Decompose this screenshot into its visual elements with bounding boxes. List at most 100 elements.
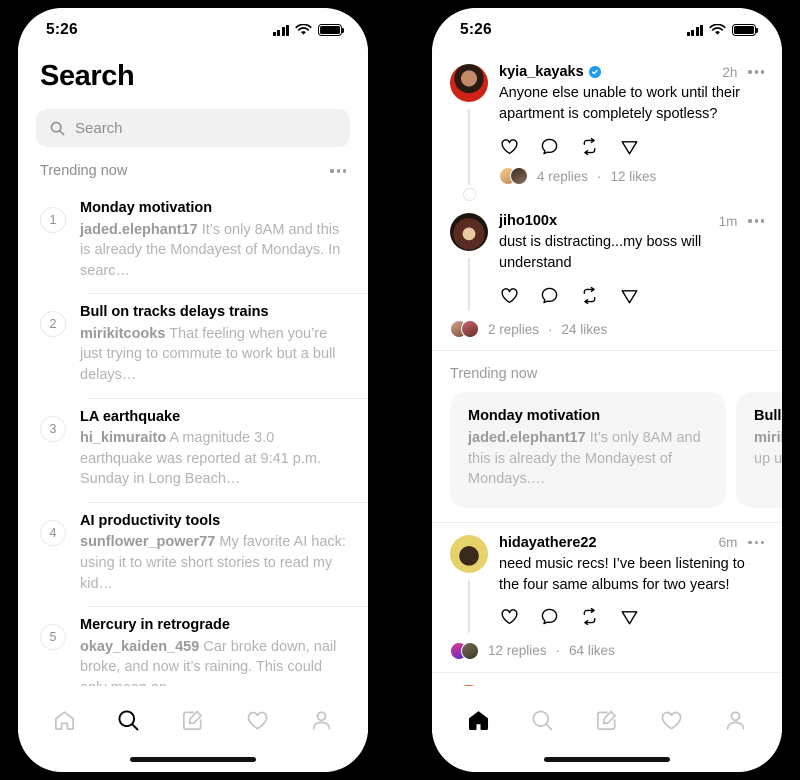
- post-actions: [499, 285, 764, 307]
- home-icon: [54, 710, 74, 730]
- trending-item[interactable]: 1 Monday motivation jaded.elephant17 It’…: [18, 189, 368, 293]
- trending-title: Bull on tracks delays trains: [80, 304, 269, 321]
- feed-post[interactable]: hidayathere22 6m need music recs! I’ve b…: [432, 523, 782, 672]
- person-icon: [727, 710, 745, 730]
- comment-button[interactable]: [539, 607, 559, 627]
- comment-icon: [541, 138, 557, 154]
- trending-carousel[interactable]: Monday motivation jaded.elephant17 It’s …: [432, 392, 782, 522]
- battery-full-icon: [732, 24, 759, 36]
- avatar[interactable]: [450, 534, 488, 573]
- thread-node-icon: [462, 188, 476, 202]
- heart-icon: [501, 609, 517, 625]
- post-footer[interactable]: 2 replies · 24 likes: [450, 320, 764, 350]
- tab-profile[interactable]: [711, 700, 761, 740]
- right-screen: 5:26 kyia_kayaks 2h Anyone else unable t…: [432, 8, 782, 772]
- compose-icon: [183, 710, 203, 730]
- trending-item[interactable]: 3 LA earthquake hi_kimuraito A magnitude…: [18, 397, 368, 502]
- repost-icon: [583, 137, 595, 155]
- search-icon: [532, 710, 553, 730]
- post-actions: [499, 607, 764, 629]
- post-text: Anyone else unable to work until their a…: [499, 85, 741, 123]
- post-footer[interactable]: 4 replies · 12 likes: [499, 167, 764, 197]
- replier-facepile: [450, 641, 479, 660]
- post-avatar-column: [450, 213, 488, 312]
- battery-full-icon: [318, 24, 345, 36]
- compose-icon: [597, 710, 617, 730]
- trending-item[interactable]: 4 AI productivity tools sunflower_power7…: [18, 501, 368, 606]
- like-button[interactable]: [499, 285, 519, 305]
- tab-activity[interactable]: [646, 700, 696, 740]
- trending-card-text: up unb: [754, 450, 782, 467]
- trending-username: sunflower_power77: [80, 534, 216, 551]
- comment-button[interactable]: [539, 285, 559, 305]
- tab-compose[interactable]: [168, 700, 218, 740]
- comment-button[interactable]: [539, 136, 559, 156]
- ellipsis-icon[interactable]: [748, 219, 764, 223]
- share-button[interactable]: [619, 607, 639, 627]
- status-time: 5:26: [460, 21, 492, 38]
- repost-button[interactable]: [579, 607, 599, 627]
- screenshot-stage: 5:26 Search Search Trending now 1 Monday…: [0, 0, 800, 780]
- trending-title: LA earthquake: [80, 408, 181, 425]
- trending-card[interactable]: Monday motivation jaded.elephant17 It’s …: [450, 392, 726, 508]
- thread-line: [468, 109, 470, 186]
- post-footer[interactable]: 12 replies · 64 likes: [450, 641, 764, 672]
- repost-button[interactable]: [579, 285, 599, 305]
- like-count: 64 likes: [569, 643, 615, 659]
- share-button[interactable]: [619, 285, 639, 305]
- repost-icon: [583, 286, 595, 304]
- tab-compose[interactable]: [582, 700, 632, 740]
- left-screen: 5:26 Search Search Trending now 1 Monday…: [18, 8, 368, 772]
- feed-post[interactable]: kyia_kayaks 2h Anyone else unable to wor…: [432, 52, 782, 202]
- tab-search[interactable]: [104, 700, 154, 740]
- post-username[interactable]: hidayathere22: [499, 535, 597, 551]
- trending-card-title: Monday motivation: [468, 408, 601, 425]
- status-icons: [272, 24, 345, 36]
- trending-card-username: jaded.elephant17: [468, 430, 586, 447]
- like-button[interactable]: [499, 607, 519, 627]
- tab-home[interactable]: [39, 700, 89, 740]
- repost-icon: [583, 608, 595, 626]
- like-button[interactable]: [499, 136, 519, 156]
- ellipsis-icon[interactable]: [748, 541, 764, 545]
- rank-badge: 4: [40, 519, 66, 546]
- tab-search[interactable]: [518, 700, 568, 740]
- trending-header-row: Trending now: [18, 147, 368, 189]
- feed-post[interactable]: jiho100x 1m dust is distracting...my bos…: [432, 201, 782, 350]
- comment-icon: [541, 287, 557, 303]
- comment-icon: [541, 609, 557, 625]
- wifi-icon: [709, 24, 726, 35]
- thread-line: [468, 579, 470, 633]
- share-button[interactable]: [619, 136, 639, 156]
- thread-line: [468, 258, 470, 312]
- trending-header: Trending now: [450, 366, 538, 383]
- cellular-bars-icon: [686, 24, 703, 36]
- tab-activity[interactable]: [232, 700, 282, 740]
- avatar[interactable]: [450, 213, 488, 252]
- trending-username: jaded.elephant17: [80, 221, 198, 238]
- home-icon: [468, 710, 488, 730]
- status-bar-left: 5:26: [18, 8, 368, 52]
- repost-button[interactable]: [579, 136, 599, 156]
- avatar[interactable]: [450, 64, 488, 102]
- trending-card[interactable]: Bull on mirikito up unb: [736, 392, 782, 508]
- trending-item[interactable]: 2 Bull on tracks delays trains mirikitco…: [18, 293, 368, 397]
- trending-title: Mercury in retrograde: [80, 617, 230, 634]
- trending-title: AI productivity tools: [80, 512, 221, 529]
- search-placeholder: Search: [75, 119, 123, 137]
- ellipsis-icon[interactable]: [330, 169, 346, 173]
- replier-facepile: [450, 320, 479, 339]
- tab-profile[interactable]: [297, 700, 347, 740]
- search-input[interactable]: Search: [36, 109, 350, 147]
- status-time: 5:26: [46, 21, 78, 38]
- search-icon: [118, 709, 139, 730]
- home-indicator: [130, 757, 256, 762]
- tab-home[interactable]: [453, 700, 503, 740]
- ellipsis-icon[interactable]: [748, 70, 764, 74]
- post-username[interactable]: kyia_kayaks: [499, 64, 584, 80]
- cellular-bars-icon: [272, 24, 289, 36]
- rank-badge: 1: [40, 207, 66, 233]
- reply-count: 12 replies: [488, 643, 547, 659]
- post-username[interactable]: jiho100x: [499, 213, 557, 229]
- verified-badge-icon: [588, 66, 601, 78]
